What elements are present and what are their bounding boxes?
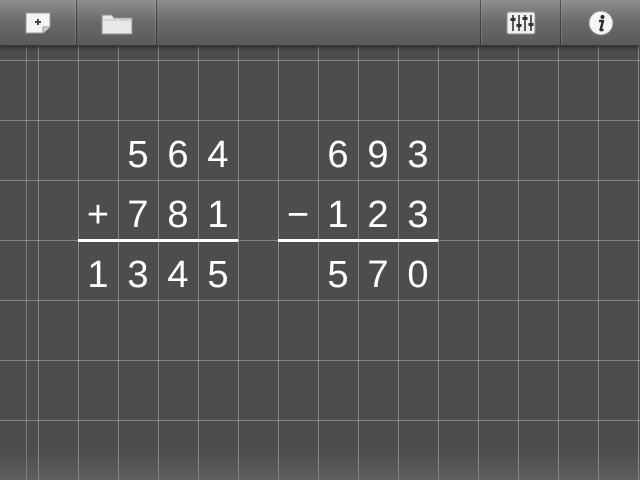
bottom-fade: [0, 452, 640, 480]
open-folder-button[interactable]: [77, 0, 157, 45]
digit-cell[interactable]: 1: [198, 185, 238, 245]
result-digit-cell[interactable]: 4: [158, 245, 198, 305]
result-digit-cell[interactable]: 1: [78, 245, 118, 305]
digit-cell[interactable]: 3: [398, 185, 438, 245]
settings-button[interactable]: [480, 0, 560, 45]
result-digit-cell[interactable]: 5: [318, 245, 358, 305]
result-digit-cell[interactable]: 7: [358, 245, 398, 305]
digit-cell[interactable]: 6: [318, 125, 358, 185]
digit-cell[interactable]: 1: [318, 185, 358, 245]
digit-cell[interactable]: 3: [398, 125, 438, 185]
digit-cell[interactable]: 7: [118, 185, 158, 245]
plus-operator[interactable]: +: [78, 185, 118, 245]
result-digit-cell[interactable]: 3: [118, 245, 158, 305]
result-digit-cell[interactable]: 5: [198, 245, 238, 305]
digit-cell[interactable]: 6: [158, 125, 198, 185]
folder-icon: [101, 14, 132, 34]
margin-line: [26, 46, 27, 480]
digit-cell[interactable]: 2: [358, 185, 398, 245]
addition-result-line: [78, 239, 238, 242]
result-digit-cell[interactable]: 0: [398, 245, 438, 305]
sliders-icon: [506, 11, 535, 34]
digit-cell[interactable]: 5: [118, 125, 158, 185]
digit-cell[interactable]: 8: [158, 185, 198, 245]
info-button[interactable]: [560, 0, 640, 45]
info-icon: [588, 10, 614, 35]
new-note-icon: [25, 12, 51, 33]
digit-cell[interactable]: 9: [358, 125, 398, 185]
new-note-button[interactable]: [0, 0, 77, 45]
minus-operator[interactable]: −: [278, 185, 318, 245]
digit-cell[interactable]: 4: [198, 125, 238, 185]
subtraction-result-line: [278, 239, 438, 242]
toolbar: [0, 0, 640, 46]
